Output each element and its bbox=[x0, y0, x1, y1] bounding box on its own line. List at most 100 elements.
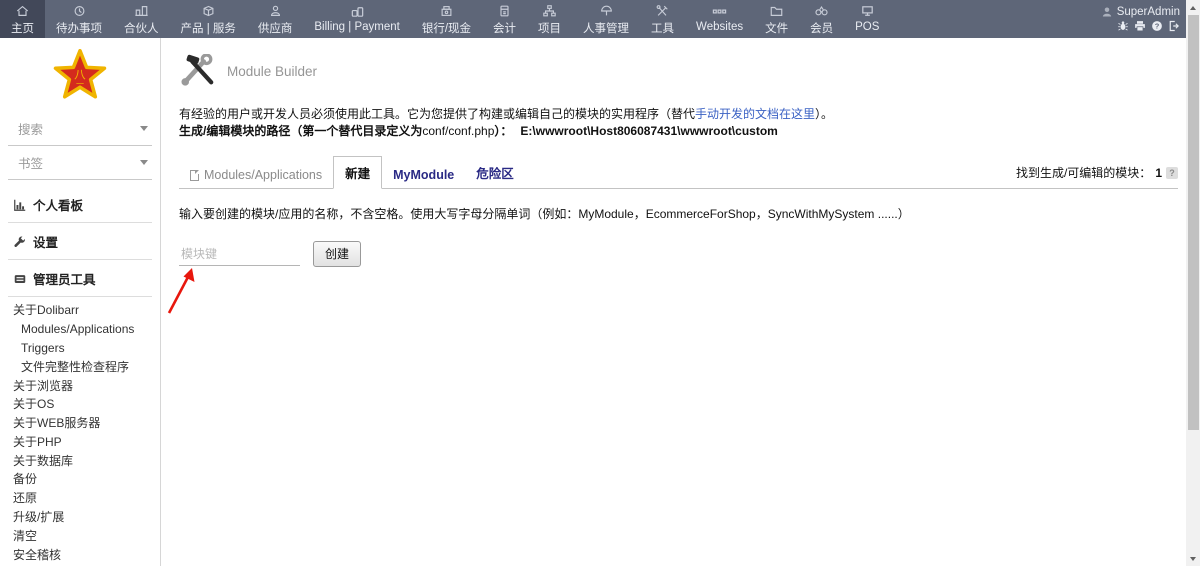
nav-label: POS bbox=[855, 21, 880, 33]
manual-doc-link[interactable]: 手动开发的文档在这里 bbox=[695, 107, 815, 121]
sidebar-section-dashboard[interactable]: 个人看板 bbox=[8, 186, 152, 223]
modules-found-label: 找到生成/可编辑的模块： bbox=[1015, 166, 1152, 180]
page-icon bbox=[190, 169, 199, 181]
nav-label: 产品 | 服务 bbox=[180, 23, 236, 35]
help-icon[interactable]: ? bbox=[1151, 20, 1163, 32]
create-button[interactable]: 创建 bbox=[313, 241, 362, 267]
page-title: Module Builder bbox=[227, 63, 318, 79]
vertical-scrollbar[interactable] bbox=[1186, 0, 1200, 566]
accountancy-icon bbox=[500, 5, 509, 17]
help-badge-icon[interactable]: ? bbox=[1166, 166, 1178, 179]
nav-item-websites[interactable]: Websites bbox=[685, 0, 754, 38]
tab-modules-applications[interactable]: Modules/Applications bbox=[179, 162, 333, 188]
main-content: Module Builder 有经验的用户或开发人员必须使用此工具。它为您提供了… bbox=[161, 38, 1200, 566]
sidebar-item-backup[interactable]: 备份 bbox=[0, 470, 160, 489]
sidebar-section-setup[interactable]: 设置 bbox=[8, 223, 152, 260]
sidebar-item-modules[interactable]: Modules/Applications bbox=[0, 320, 160, 339]
bookmarks-label: 书签 bbox=[18, 157, 44, 171]
conf-path-text: conf/conf.php bbox=[422, 124, 495, 138]
nav-item-bank-cash[interactable]: 银行/现金 bbox=[411, 0, 482, 38]
red-star-logo-icon: 八 一 bbox=[53, 49, 107, 99]
create-module-form: 创建 bbox=[179, 241, 1178, 267]
documents-icon bbox=[770, 6, 783, 16]
billing-icon bbox=[351, 7, 363, 17]
search-dropdown[interactable]: 搜索 bbox=[8, 112, 152, 146]
desc-text: ）： bbox=[494, 124, 513, 138]
description-block: 有经验的用户或开发人员必须使用此工具。它为您提供了构建或编辑自己的模块的实用程序… bbox=[179, 106, 1178, 140]
nav-label: 待办事项 bbox=[56, 23, 102, 35]
scroll-down-button[interactable] bbox=[1186, 551, 1200, 566]
nav-label: 主页 bbox=[11, 23, 34, 35]
nav-item-hrm[interactable]: 人事管理 bbox=[572, 0, 640, 38]
nav-item-documents[interactable]: 文件 bbox=[754, 0, 799, 38]
wrench-icon bbox=[14, 235, 25, 247]
nav-item-todo[interactable]: 待办事项 bbox=[45, 0, 113, 38]
section-label: 设置 bbox=[33, 236, 59, 250]
sidebar-item-about-browser[interactable]: 关于浏览器 bbox=[0, 376, 160, 395]
description-line-2: 生成/编辑模块的路径（第一个替代目录定义为conf/conf.php）： E:\w… bbox=[179, 123, 1178, 140]
nav-label: Websites bbox=[696, 21, 744, 33]
custom-path-text: E:\wwwroot\Host806087431\wwwroot\custom bbox=[520, 124, 778, 138]
nav-item-home[interactable]: 主页 bbox=[0, 0, 45, 38]
tab-mymodule[interactable]: MyModule bbox=[382, 162, 465, 188]
nav-label: 银行/现金 bbox=[421, 23, 472, 35]
products-icon bbox=[203, 5, 214, 17]
projects-icon bbox=[543, 5, 556, 17]
sidebar-item-filecheck[interactable]: 文件完整性检查程序 bbox=[0, 357, 160, 376]
nav-item-products[interactable]: 产品 | 服务 bbox=[170, 0, 247, 38]
desc-text: 生成/编辑模块的路径（第一个替代目录定义为 bbox=[179, 124, 423, 138]
scroll-up-button[interactable] bbox=[1186, 0, 1200, 15]
todo-icon bbox=[74, 6, 84, 16]
sidebar-item-about-dolibarr[interactable]: 关于Dolibarr bbox=[0, 301, 160, 320]
sidebar-item-about-database[interactable]: 关于数据库 bbox=[0, 451, 160, 470]
logout-icon[interactable] bbox=[1168, 20, 1180, 32]
admin-tools-menu: 关于Dolibarr Modules/Applications Triggers… bbox=[0, 301, 160, 566]
chevron-down-icon bbox=[140, 126, 148, 131]
nav-item-pos[interactable]: POS bbox=[844, 0, 890, 38]
sidebar-item-about-os[interactable]: 关于OS bbox=[0, 395, 160, 414]
bug-icon[interactable] bbox=[1117, 20, 1129, 32]
nav-item-third-parties[interactable]: 合伙人 bbox=[113, 0, 170, 38]
nav-label: 合伙人 bbox=[124, 23, 159, 35]
user-icons: ? bbox=[1117, 20, 1180, 32]
nav-label: 会员 bbox=[810, 23, 834, 35]
nav-item-billing[interactable]: Billing | Payment bbox=[303, 0, 410, 38]
svg-text:一: 一 bbox=[76, 80, 84, 89]
nav-label: 文件 bbox=[765, 23, 789, 35]
nav-item-accountancy[interactable]: 会计 bbox=[482, 0, 527, 38]
sidebar-item-restore[interactable]: 还原 bbox=[0, 489, 160, 508]
sidebar-item-purge[interactable]: 清空 bbox=[0, 526, 160, 545]
desc-text: ）。 bbox=[815, 107, 834, 121]
tools-icon bbox=[656, 5, 668, 16]
nav-label: 会计 bbox=[493, 23, 517, 35]
sidebar-section-admin-tools[interactable]: 管理员工具 bbox=[8, 260, 152, 297]
sidebar-item-security-audit[interactable]: 安全稽核 bbox=[0, 545, 160, 564]
nav-label: 工具 bbox=[651, 23, 675, 35]
sidebar-item-about-webserver[interactable]: 关于WEB服务器 bbox=[0, 414, 160, 433]
nav-label: 供应商 bbox=[257, 23, 293, 35]
instruction-text: 输入要创建的模块/应用的名称，不含空格。使用大写字母分隔单词（例如：MyModu… bbox=[179, 207, 910, 221]
nav-item-suppliers[interactable]: 供应商 bbox=[247, 0, 304, 38]
members-icon bbox=[815, 6, 828, 16]
tab-new[interactable]: 新建 bbox=[333, 156, 383, 189]
nav-item-members[interactable]: 会员 bbox=[799, 0, 844, 38]
description-line-1: 有经验的用户或开发人员必须使用此工具。它为您提供了构建或编辑自己的模块的实用程序… bbox=[179, 106, 1178, 123]
user-name: SuperAdmin bbox=[1116, 6, 1180, 18]
nav-item-projects[interactable]: 项目 bbox=[527, 0, 572, 38]
scrollbar-thumb[interactable] bbox=[1187, 15, 1199, 430]
user-avatar-icon bbox=[1102, 7, 1111, 17]
nav-item-tools[interactable]: 工具 bbox=[640, 0, 685, 38]
tab-danger-zone[interactable]: 危险区 bbox=[465, 157, 525, 188]
third-parties-icon bbox=[135, 6, 148, 16]
hrm-icon bbox=[600, 5, 612, 16]
module-key-input[interactable] bbox=[179, 242, 300, 266]
print-icon[interactable] bbox=[1134, 20, 1146, 32]
company-logo: 八 一 bbox=[52, 48, 108, 100]
bookmarks-dropdown[interactable]: 书签 bbox=[8, 146, 152, 180]
nav-label: 项目 bbox=[538, 23, 562, 35]
sidebar-item-upgrade[interactable]: 升级/扩展 bbox=[0, 508, 160, 527]
sidebar-item-triggers[interactable]: Triggers bbox=[0, 339, 160, 358]
admin-tools-icon bbox=[14, 274, 26, 283]
user-row[interactable]: SuperAdmin bbox=[1101, 6, 1180, 18]
sidebar-item-about-php[interactable]: 关于PHP bbox=[0, 432, 160, 451]
